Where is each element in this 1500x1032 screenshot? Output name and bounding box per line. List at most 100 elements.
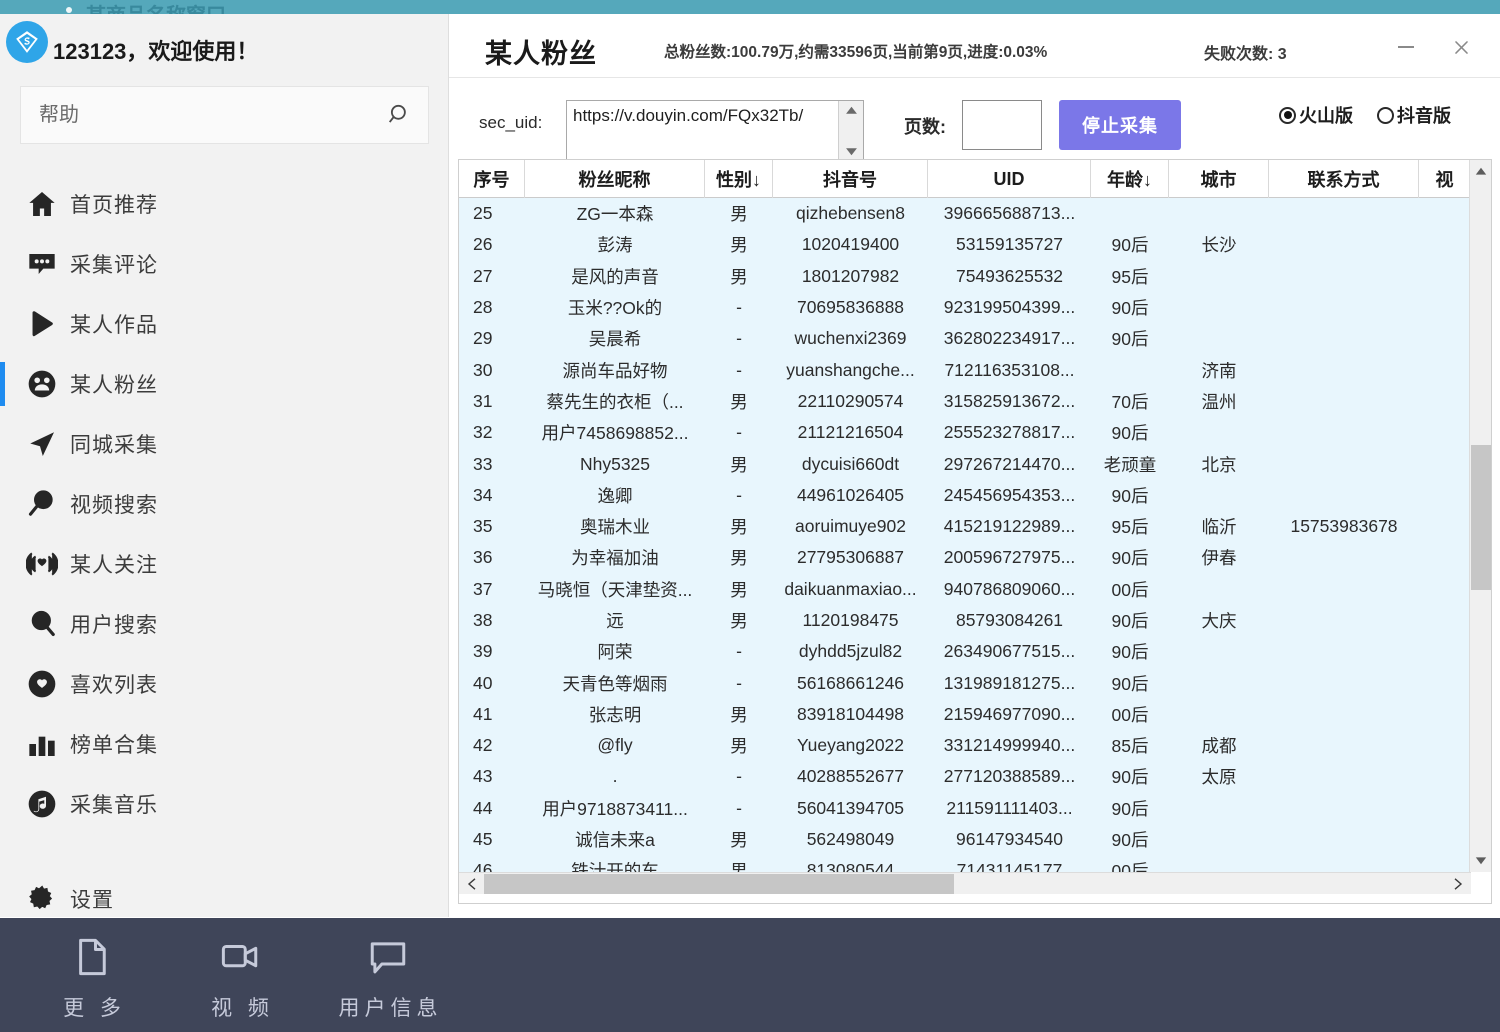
table-row[interactable]: 33Nhy5325男dycuisi660dt297267214470...老顽童…: [459, 448, 1471, 479]
radio-label: 火山版: [1299, 102, 1353, 128]
table-row[interactable]: 36为幸福加油男27795306887200596727975...90后伊春: [459, 542, 1471, 573]
sidebar-item-following[interactable]: 某人关注: [0, 534, 448, 594]
fans-table: 序号粉丝昵称性别↓抖音号UID年龄↓城市联系方式视 25ZG一本森男qizheb…: [458, 159, 1492, 904]
pages-input[interactable]: [963, 101, 1041, 149]
table-cell: 90后: [1091, 542, 1169, 573]
pages-input-box[interactable]: [962, 100, 1042, 150]
table-cell: [1269, 605, 1419, 636]
table-body: 25ZG一本森男qizhebensen8396665688713...26彭涛男…: [459, 198, 1471, 872]
sidebar-item-comments[interactable]: 采集评论: [0, 234, 448, 294]
dock-item-video[interactable]: 视 频: [170, 936, 310, 1024]
table-cell: [1269, 480, 1419, 511]
stop-collection-button[interactable]: 停止采集: [1059, 100, 1181, 150]
sidebar-item-label: 采集评论: [70, 249, 158, 279]
table-cell: 96147934540: [928, 824, 1091, 855]
table-column-header[interactable]: 视: [1419, 160, 1471, 198]
vertical-scroll-thumb[interactable]: [1471, 445, 1492, 590]
table-cell: 阿荣: [525, 636, 705, 667]
table-row[interactable]: 41张志明男83918104498215946977090...00后: [459, 699, 1471, 730]
scroll-up-icon[interactable]: [1470, 160, 1492, 182]
table-cell: 男: [705, 198, 773, 229]
horizontal-scroll-thumb[interactable]: [484, 874, 954, 894]
table-cell: 95后: [1091, 511, 1169, 542]
table-cell: 温州: [1169, 386, 1269, 417]
table-row[interactable]: 38远男11201984758579308426190后大庆: [459, 605, 1471, 636]
dock-item-user-info[interactable]: 用户信息: [318, 936, 458, 1024]
sidebar-item-video-search[interactable]: 视频搜索: [0, 474, 448, 534]
table-cell: 马晓恒（天津垫资...: [525, 574, 705, 605]
table-row[interactable]: 43.-40288552677277120388589...90后太原: [459, 761, 1471, 792]
sidebar-item-city[interactable]: 同城采集: [0, 414, 448, 474]
chat-bubble-icon: [367, 936, 409, 978]
table-cell: 131989181275...: [928, 667, 1091, 698]
table-column-header[interactable]: 粉丝昵称: [525, 160, 705, 198]
sidebar-item-fans[interactable]: 某人粉丝: [0, 354, 448, 414]
table-cell: 成都: [1169, 730, 1269, 761]
radio-douyin[interactable]: 抖音版: [1377, 102, 1451, 128]
sidebar-item-likes[interactable]: 喜欢列表: [0, 654, 448, 714]
search-icon[interactable]: [372, 87, 428, 143]
table-row[interactable]: 46铁汁开的车男8130805447143114517700后: [459, 855, 1471, 872]
horizontal-scrollbar[interactable]: [459, 872, 1471, 894]
table-row[interactable]: 34逸卿-44961026405245456954353...90后: [459, 480, 1471, 511]
dock-item-more[interactable]: 更 多: [22, 936, 162, 1024]
table-cell: 1801207982: [773, 261, 928, 292]
table-header-row: 序号粉丝昵称性别↓抖音号UID年龄↓城市联系方式视: [459, 160, 1471, 198]
table-cell: [1269, 542, 1419, 573]
search-input[interactable]: [21, 104, 372, 127]
table-row[interactable]: 35奥瑞木业男aoruimuye902415219122989...95后临沂1…: [459, 511, 1471, 542]
sidebar-item-home[interactable]: 首页推荐: [0, 174, 448, 234]
table-column-header[interactable]: 联系方式: [1269, 160, 1419, 198]
table-cell: 90后: [1091, 605, 1169, 636]
scroll-left-icon[interactable]: [461, 873, 483, 895]
table-row[interactable]: 25ZG一本森男qizhebensen8396665688713...: [459, 198, 1471, 229]
table-cell: 北京: [1169, 448, 1269, 479]
minimize-icon[interactable]: [1389, 32, 1423, 62]
table-cell: [1419, 354, 1471, 385]
scroll-down-icon[interactable]: [1470, 850, 1492, 872]
scroll-right-icon[interactable]: [1447, 873, 1469, 895]
table-row[interactable]: 44用户9718873411...-5604139470521159111140…: [459, 793, 1471, 824]
table-row[interactable]: 26彭涛男10204194005315913572790后长沙: [459, 229, 1471, 260]
radio-huoshan[interactable]: 火山版: [1279, 102, 1353, 128]
table-column-header[interactable]: 性别↓: [705, 160, 773, 198]
table-column-header[interactable]: 城市: [1169, 160, 1269, 198]
fail-count-text: 失败次数: 3: [1204, 40, 1287, 64]
table-cell: -: [705, 323, 773, 354]
table-row[interactable]: 28玉米??Ok的-70695836888923199504399...90后: [459, 292, 1471, 323]
table-row[interactable]: 45诚信未来a男5624980499614793454090后: [459, 824, 1471, 855]
close-icon[interactable]: [1444, 32, 1478, 62]
dock-label: 用户信息: [334, 992, 443, 1022]
sidebar-item-works[interactable]: 某人作品: [0, 294, 448, 354]
table-cell: 940786809060...: [928, 574, 1091, 605]
table-row[interactable]: 39阿荣-dyhdd5jzul82263490677515...90后: [459, 636, 1471, 667]
table-cell: 85后: [1091, 730, 1169, 761]
table-row[interactable]: 37马晓恒（天津垫资...男daikuanmaxiao...9407868090…: [459, 574, 1471, 605]
table-row[interactable]: 40天青色等烟雨-56168661246131989181275...90后: [459, 667, 1471, 698]
search-box[interactable]: [20, 86, 429, 144]
table-cell: daikuanmaxiao...: [773, 574, 928, 605]
sec-uid-input[interactable]: https://v.douyin.com/FQx32Tb/: [566, 100, 864, 162]
table-column-header[interactable]: UID: [928, 160, 1091, 198]
table-cell: [1091, 354, 1169, 385]
sidebar-item-settings[interactable]: 设置: [0, 869, 448, 929]
table-column-header[interactable]: 抖音号: [773, 160, 928, 198]
table-row[interactable]: 30源尚车品好物-yuanshangche...712116353108...济…: [459, 354, 1471, 385]
table-cell: 30: [459, 354, 525, 385]
sec-uid-scrollbar[interactable]: [838, 101, 863, 161]
sidebar-item-music[interactable]: 采集音乐: [0, 774, 448, 834]
table-cell: [1419, 261, 1471, 292]
table-row[interactable]: 31蔡先生的衣柜（...男22110290574315825913672...7…: [459, 386, 1471, 417]
sidebar-item-rankings[interactable]: 榜单合集: [0, 714, 448, 774]
table-column-header[interactable]: 年龄↓: [1091, 160, 1169, 198]
sidebar-item-user-search[interactable]: 用户搜索: [0, 594, 448, 654]
vertical-scrollbar[interactable]: [1469, 160, 1491, 872]
sidebar-item-label: 喜欢列表: [70, 669, 158, 699]
table-row[interactable]: 29吴晨希-wuchenxi2369362802234917...90后: [459, 323, 1471, 354]
table-column-header[interactable]: 序号: [459, 160, 525, 198]
table-row[interactable]: 27是风的声音男18012079827549362553295后: [459, 261, 1471, 292]
table-cell: 90后: [1091, 229, 1169, 260]
table-row[interactable]: 32用户7458698852...-2112121650425552327881…: [459, 417, 1471, 448]
table-row[interactable]: 42@fly男Yueyang2022331214999940...85后成都: [459, 730, 1471, 761]
table-cell: 95后: [1091, 261, 1169, 292]
